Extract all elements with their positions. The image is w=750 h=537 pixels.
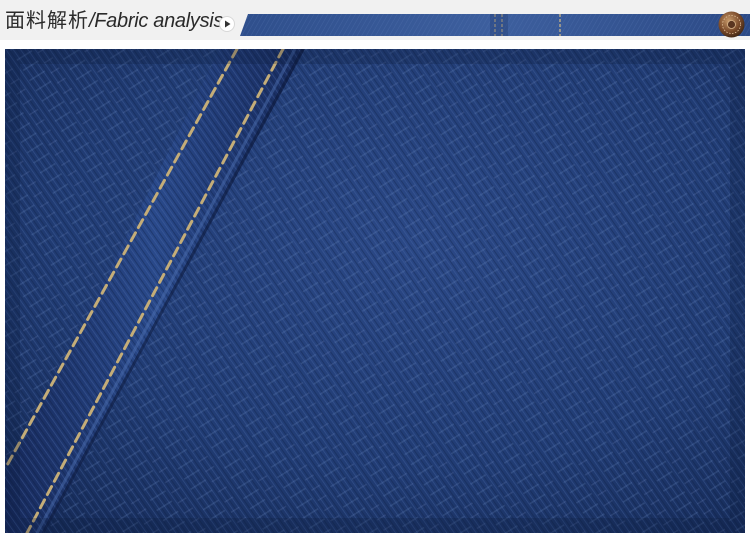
denim-banner-image xyxy=(240,14,750,36)
fabric-closeup-image xyxy=(5,49,745,533)
section-title-en: Fabric analysis xyxy=(94,10,224,32)
section-title: 面料解析/Fabric analysis xyxy=(5,9,223,33)
play-icon[interactable] xyxy=(219,16,235,32)
section-title-cn: 面料解析 xyxy=(5,10,89,32)
rivet-icon xyxy=(718,11,745,38)
section-header: 面料解析/Fabric analysis xyxy=(0,0,750,40)
